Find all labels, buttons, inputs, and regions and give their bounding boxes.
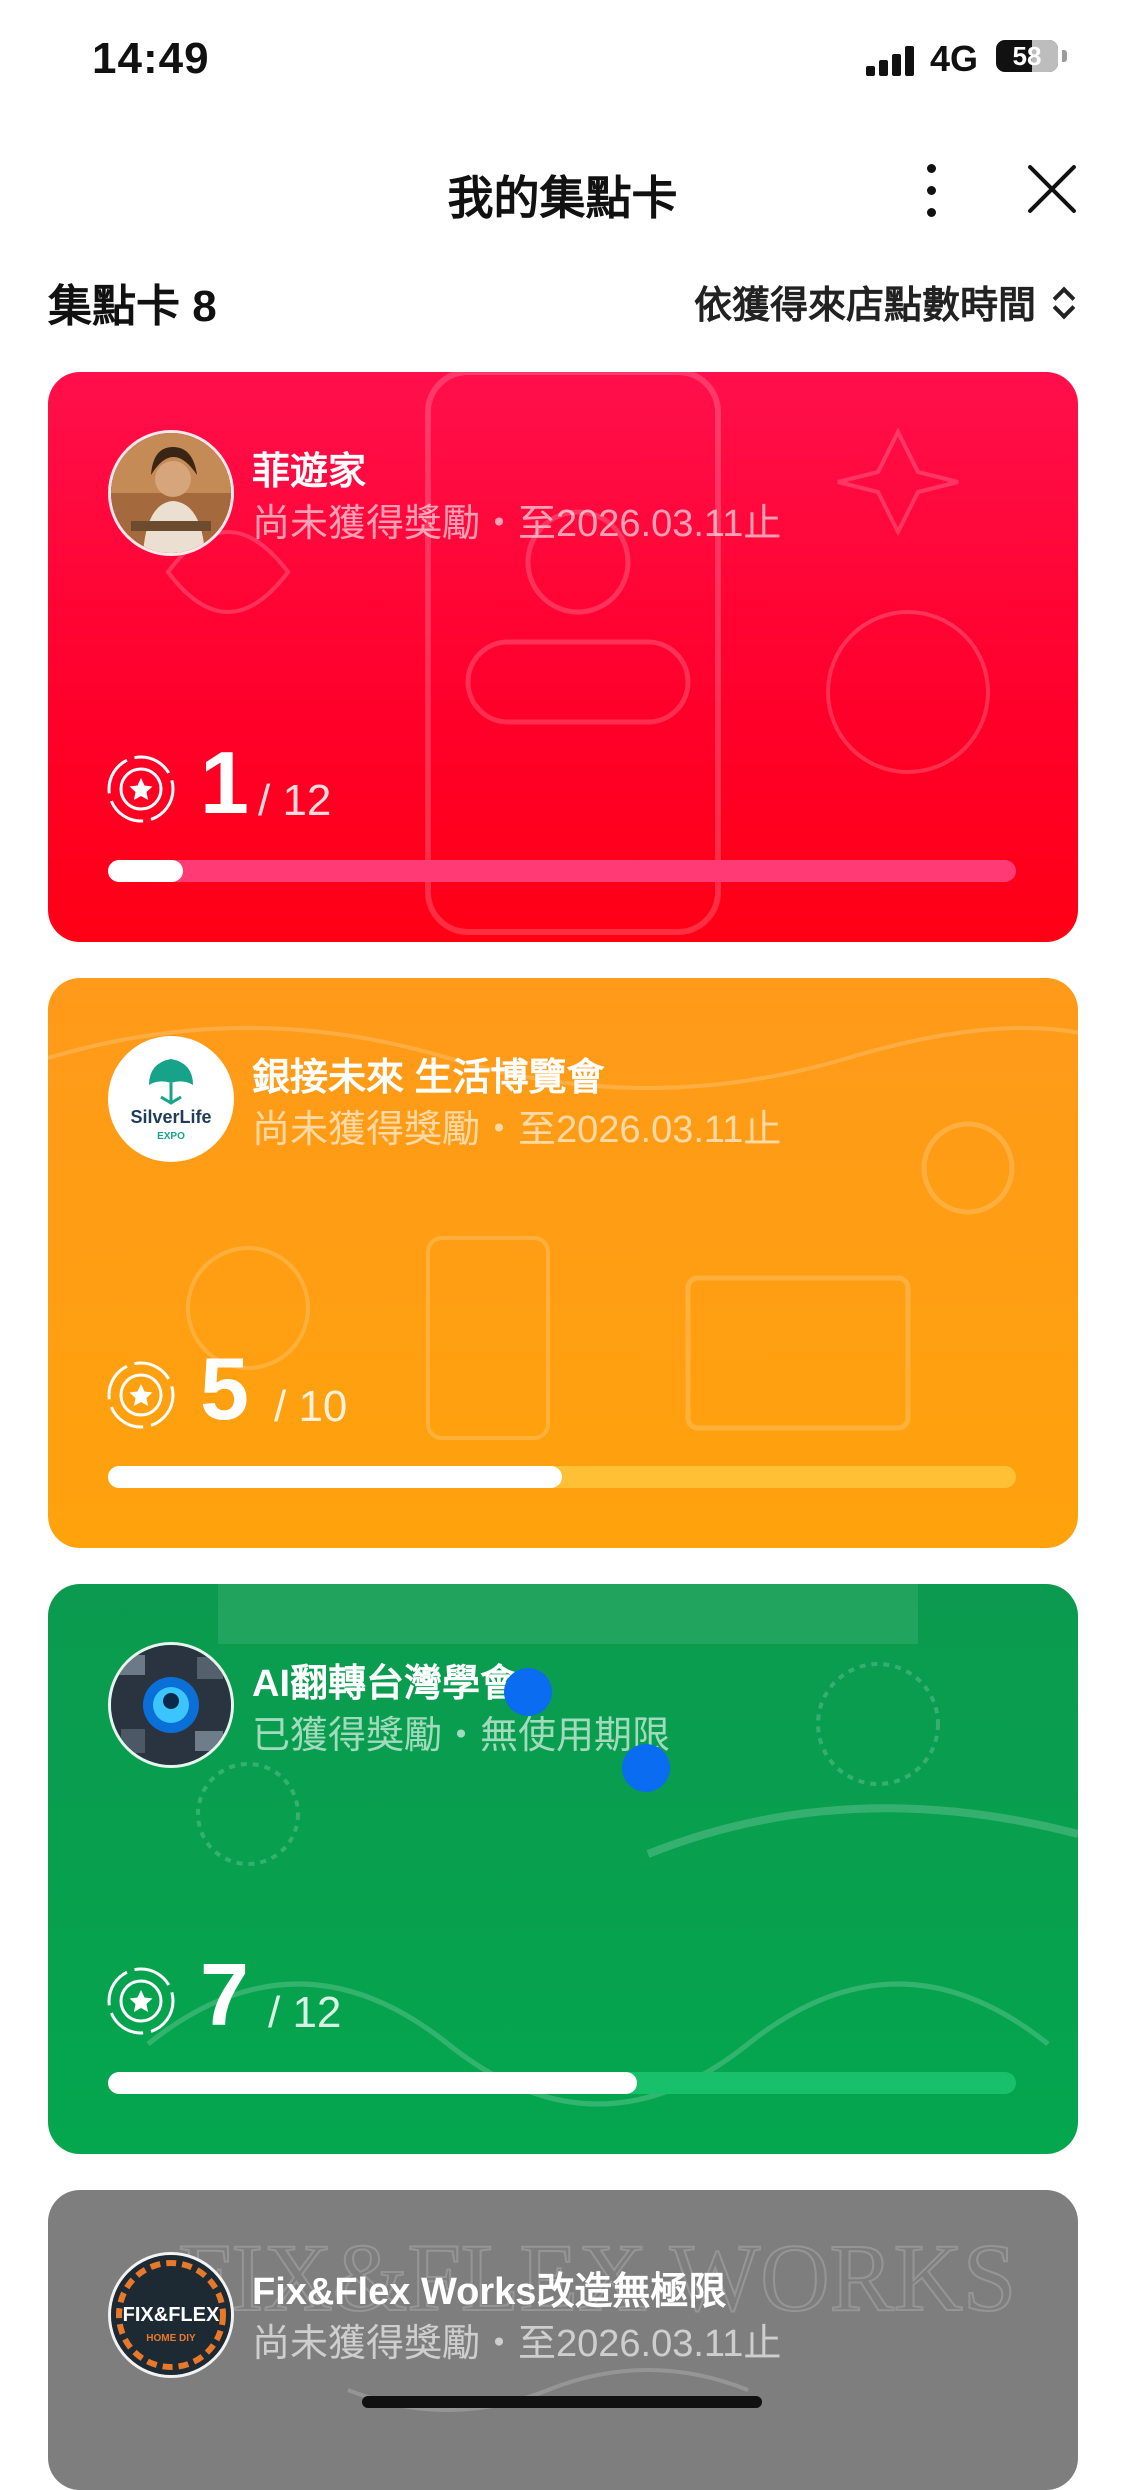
- status-bar: 14:49 4G 58: [0, 0, 1125, 120]
- progress-bar: [108, 2072, 1016, 2094]
- logo-text: FIX&FLEX: [123, 2304, 220, 2326]
- stamp-count-total: / 12: [268, 1988, 341, 2038]
- logo-subtext: HOME DIY: [146, 2333, 196, 2344]
- battery-level: 58: [996, 40, 1058, 72]
- logo: FIX&FLEX HOME DIY: [108, 2252, 234, 2378]
- card-subtitle: 已獲得獎勵・無使用期限: [252, 1704, 670, 1759]
- stamp-card[interactable]: 菲遊家 尚未獲得獎勵・至2026.03.11止 1 / 12: [48, 372, 1078, 942]
- status-time: 14:49: [92, 34, 210, 84]
- page-title: 我的集點卡: [0, 162, 1125, 228]
- touch-indicator: [622, 1744, 670, 1792]
- logo-subtext: EXPO: [157, 1131, 185, 1142]
- home-indicator: [362, 2396, 762, 2408]
- stamp-icon: [106, 1966, 176, 2036]
- sort-selector[interactable]: 依獲得來店點數時間: [694, 274, 1078, 329]
- card-title: 銀接未來 生活博覽會: [252, 1046, 605, 1101]
- logo-text: SilverLife: [130, 1107, 211, 1127]
- stamp-card[interactable]: FIX&FLEX WORKS FIX&FLEX HOME DIY Fix&Fle…: [48, 2190, 1078, 2490]
- progress-fill: [108, 860, 183, 882]
- avatar: [108, 430, 234, 556]
- card-title: Fix&Flex Works改造無極限: [252, 2260, 726, 2315]
- network-type: 4G: [930, 38, 978, 80]
- card-title: AI翻轉台灣學會: [252, 1652, 518, 1707]
- progress-fill: [108, 2072, 637, 2094]
- stamp-count-current: 5: [200, 1344, 249, 1434]
- card-subtitle: 尚未獲得獎勵・至2026.03.11止: [252, 1098, 781, 1153]
- sort-chevron-icon: [1048, 282, 1078, 322]
- nav-bar: 我的集點卡: [0, 140, 1125, 240]
- stamp-count-current: 7: [200, 1950, 249, 2040]
- signal-icon: [866, 46, 916, 76]
- logo: SilverLife EXPO: [108, 1036, 234, 1162]
- card-title: 菲遊家: [252, 440, 366, 495]
- stamp-icon: [106, 1360, 176, 1430]
- sort-label: 依獲得來店點數時間: [694, 274, 1036, 329]
- stamp-count-current: 1: [200, 738, 249, 828]
- progress-fill: [108, 1466, 562, 1488]
- more-options-icon[interactable]: [912, 158, 952, 222]
- battery-tip: [1062, 50, 1067, 62]
- card-subtitle: 尚未獲得獎勵・至2026.03.11止: [252, 492, 781, 547]
- stamp-card[interactable]: SilverLife EXPO 銀接未來 生活博覽會 尚未獲得獎勵・至2026.…: [48, 978, 1078, 1548]
- close-icon[interactable]: [1025, 162, 1079, 216]
- card-count-row: 集點卡 8 依獲得來店點數時間: [48, 270, 1078, 330]
- stamp-icon: [106, 754, 176, 824]
- touch-indicator: [504, 1668, 552, 1716]
- card-subtitle: 尚未獲得獎勵・至2026.03.11止: [252, 2312, 781, 2367]
- progress-bar: [108, 860, 1016, 882]
- progress-bar: [108, 1466, 1016, 1488]
- avatar: [108, 1642, 234, 1768]
- stamp-card[interactable]: AI翻轉台灣學會 已獲得獎勵・無使用期限 7 / 12: [48, 1584, 1078, 2154]
- battery-icon: 58: [996, 40, 1058, 72]
- stamp-count-total: / 12: [258, 776, 331, 826]
- card-count-label: 集點卡 8: [48, 270, 217, 334]
- stamp-count-total: / 10: [274, 1382, 347, 1432]
